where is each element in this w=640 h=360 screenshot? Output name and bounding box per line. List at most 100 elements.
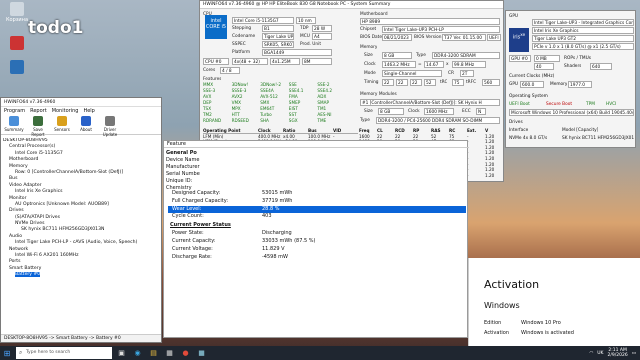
gpu-clock-value: 600.0 [520,81,544,88]
memory-clock-label: Memory [550,82,568,87]
summary-icon [9,116,19,126]
task-view-icon[interactable]: ▣ [115,347,128,360]
cache-l3: 8M [302,58,332,65]
memory-label: Memory [360,45,378,50]
property-row[interactable]: Current Voltage: 11.829 V [168,246,466,254]
notifications-icon[interactable]: ▭ [632,351,636,356]
windows-subtitle: Windows [484,301,520,310]
menu-monitoring[interactable]: Monitoring [52,107,79,115]
module-size-value: 8 GB [378,108,404,115]
memory-size-label: Size [364,53,373,58]
trc-label: tRC [440,80,448,85]
menu-report[interactable]: Report [30,107,47,115]
driver-update-button[interactable]: Driver Update [100,116,120,137]
gpu-select[interactable]: GPU #0 [509,55,531,62]
tree-node-label: DESKTOP-8O8HV95 [3,138,48,143]
activation-title: Activation [484,278,540,291]
uefi-boot-flag: UEFI Boot [509,102,530,107]
memory-multiplier: 14.67 [424,61,444,68]
tree-node-label: Battery #0 [15,272,41,278]
property-key: Power State: [172,230,204,237]
window-title: HWiNFO64 v7.36-4960 [1,98,161,107]
hwinfo-main-window[interactable]: HWiNFO64 v7.36-4960 Program Report Monit… [0,97,162,343]
sensors-icon [57,116,67,126]
start-button[interactable]: ⊞ [0,346,14,360]
store-icon[interactable]: ▦ [163,347,176,360]
memory-modules-label: Memory Modules [360,92,397,97]
memory-clock-label: Clock [364,62,376,67]
toolbar: Summary Save Report Sensors About Driver… [1,115,161,137]
summary-button[interactable]: Summary [4,116,24,133]
stepping-label: Stepping [232,26,252,31]
hardware-tree[interactable]: DESKTOP-8O8HV95 Central Processor(s) Intel… [3,138,159,334]
intel-iris-logo-icon: irisxe [509,28,529,52]
property-row[interactable]: Cycle Count: 403 [168,213,466,221]
drive-model: SK hynix BC711 HFM256GD3JX013N [256 GB] [562,136,634,141]
tree-node-label: Motherboard [9,157,39,163]
tree-node-label: (S)ATA/ATAPI Drives [15,214,61,220]
tree-node-label: Drives [9,208,24,214]
gpu-name: Intel Tiger Lake-UP3 - Integrated Graphi… [532,19,634,26]
desktop-icon-app[interactable] [4,36,30,51]
property-label: Manufacturer [166,164,200,170]
drives-label: Drives [509,120,523,125]
tree-node-label: Intel Iris Xe Graphics [15,189,63,195]
codename-value: Tiger Lake UP3 [262,33,294,40]
menu-help[interactable]: Help [83,107,94,115]
status-bar: DESKTOP-8O8HV95 -> Smart Battery -> Batt… [1,334,161,342]
cores-value: 4 / 8 [220,67,240,74]
about-button[interactable]: About [76,116,96,133]
tree-node-label: Audio [9,233,23,239]
property-row[interactable]: Wear Level: 28.8 % [168,205,466,214]
property-value: -4598 mW [262,253,288,260]
ecc-value: N [476,108,486,115]
motherboard-value: HP 8989 [360,18,500,25]
tree-node[interactable]: Battery #0 [3,272,159,278]
shaders-value: 640 [590,63,612,70]
property-row[interactable]: Current Capacity: 33033 mWh (87.5 %) [168,238,466,246]
wifi-icon[interactable]: ◠ [589,351,593,356]
file-explorer-icon[interactable]: ▤ [147,347,160,360]
property-value: 33033 mWh (87.5 %) [262,237,316,244]
menu-program[interactable]: Program [4,107,25,115]
desktop-icon-app[interactable] [4,60,30,75]
cache-l1: 4x(48 + 32) [232,58,268,65]
edge-icon[interactable]: ◉ [131,347,144,360]
property-row[interactable]: Power State: Discharging [168,230,466,238]
app-icon [10,60,24,74]
property-row[interactable]: Designed Capacity: 53015 mWh [168,190,466,198]
save-icon [33,116,43,126]
cpu-flag: RDSEED [231,118,249,123]
edition-label: Edition [484,320,502,326]
chrome-icon[interactable]: ● [179,347,192,360]
property-label: Serial Numbe [166,171,200,177]
property-key: Cycle Count: [172,213,204,220]
language-indicator[interactable]: UK [597,351,603,356]
timing-cl: 22 [382,79,394,86]
cores-label: Cores [203,68,216,73]
activation-value: Windows is activated [521,330,574,336]
memory-clock-value: 1463.2 MHz [382,61,416,68]
tree-node-label: Monitor [9,195,27,201]
property-row[interactable]: Discharge Rate: -4598 mW [168,254,466,262]
property-key: Current Capacity: [172,237,216,244]
desktop-icon-recycle-bin[interactable]: Корзина [4,2,30,23]
taskbar-search[interactable]: ⌕ Type here to search [16,347,112,359]
bios-version-value: T37 Ver. 01.15.00 [442,34,486,41]
save-report-button[interactable]: Save Report [28,116,48,137]
property-key: Full Charged Capacity: [172,197,229,204]
timing-rcd: 22 [396,79,408,86]
cr-value: 2T [460,70,474,77]
hwinfo-taskbar-icon[interactable]: ■ [195,347,208,360]
memory-module-select[interactable]: #1 [ControllerChannelA/Bottom-Slot (DefJ… [360,99,500,106]
property-row[interactable]: Full Charged Capacity: 37719 mWh [168,198,466,206]
stepping-value: B1 [262,25,294,32]
tpm-flag: TPM [586,102,595,107]
cpu-select[interactable]: CPU #0 [203,58,229,65]
module-clock-label: Clock [408,109,420,114]
trfc-label: tRFC [466,80,477,85]
sensors-button[interactable]: Sensors [52,116,72,133]
property-label: Unique ID: [166,178,193,184]
clock[interactable]: 2:11 AM 2/9/2026 [608,348,628,359]
gpu-vram: 0 MB [534,55,560,62]
